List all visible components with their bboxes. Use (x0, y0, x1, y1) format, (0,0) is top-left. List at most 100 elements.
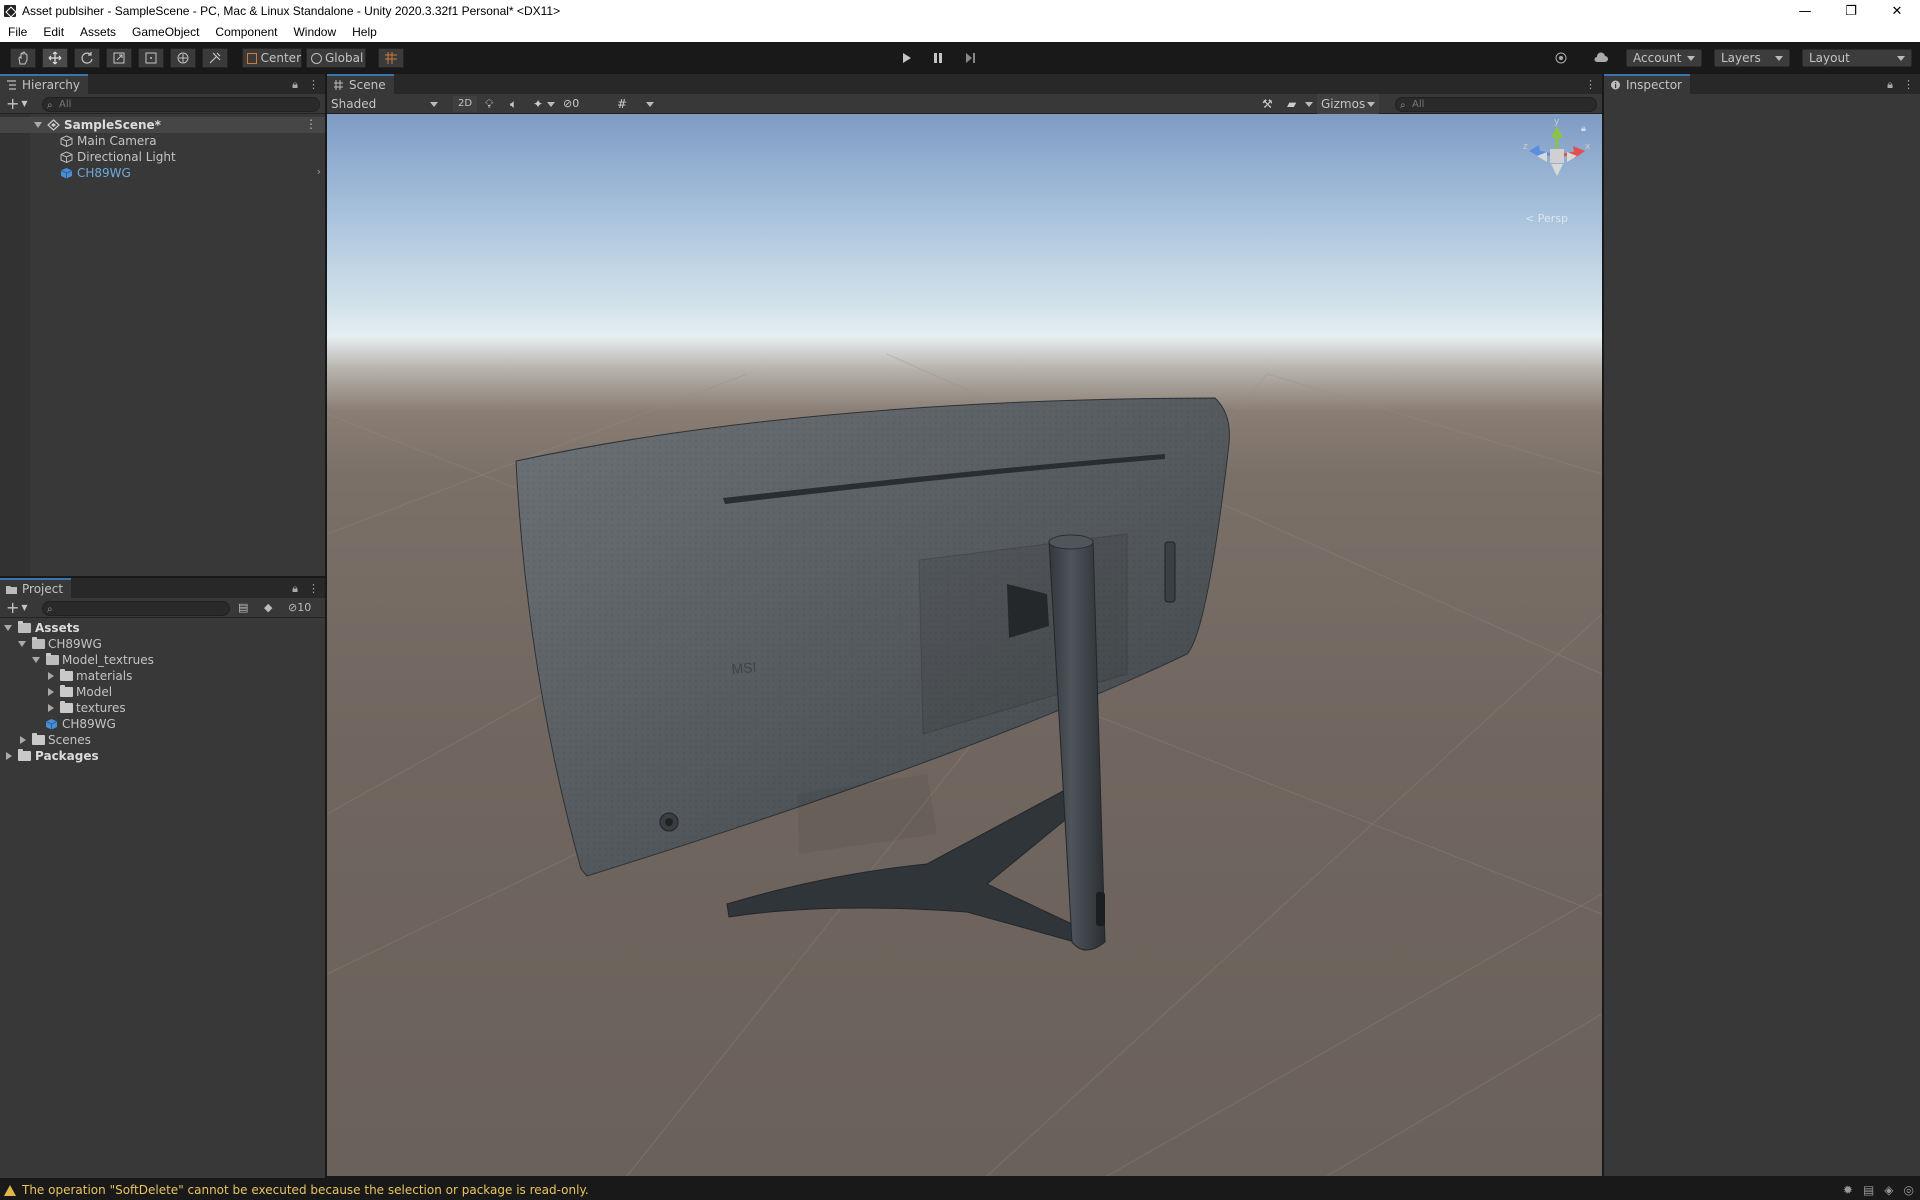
grid-toggle-icon[interactable]: # (617, 97, 627, 111)
project-folder-row[interactable]: Packages (0, 748, 325, 764)
custom-tool-button[interactable] (202, 48, 228, 68)
scene-visibility-toggle[interactable]: ⊘0 (563, 97, 579, 110)
menu-assets[interactable]: Assets (72, 25, 124, 39)
projection-label[interactable]: < Persp (1525, 212, 1568, 225)
step-button[interactable] (956, 48, 984, 68)
collapse-arrow-icon[interactable] (6, 752, 12, 760)
project-folder-row[interactable]: Assets (0, 620, 325, 636)
panel-divider[interactable] (1602, 74, 1604, 1180)
more-options-icon[interactable]: ⋮ (308, 78, 319, 92)
tools-icon[interactable]: ⚒ (1262, 97, 1273, 111)
maximize-button[interactable]: ❐ (1828, 0, 1874, 22)
draw-mode-dropdown[interactable]: Shaded (327, 94, 444, 114)
hierarchy-item[interactable]: Directional Light (0, 149, 325, 165)
collab-button[interactable] (1548, 48, 1574, 68)
lock-icon[interactable]: 🔒︎ (1581, 124, 1586, 134)
project-folder-row[interactable]: CH89WG (0, 636, 325, 652)
hand-tool-button[interactable] (10, 48, 36, 68)
lighting-toggle-icon[interactable]: 💡︎ (485, 97, 493, 112)
pivot-space-toggle[interactable]: Global (306, 48, 366, 68)
progress-icon[interactable]: ▤ (1863, 1183, 1874, 1197)
tab-scene[interactable]: Scene (327, 74, 394, 94)
camera-icon[interactable]: ▰ (1287, 97, 1296, 111)
menu-help[interactable]: Help (344, 25, 385, 39)
expand-arrow-icon[interactable] (34, 122, 42, 128)
scene-viewport[interactable]: MSI y x z < Persp 🔒︎ (327, 114, 1602, 1176)
play-button[interactable] (892, 48, 920, 68)
tab-hierarchy[interactable]: Hierarchy (0, 74, 89, 94)
scene-panel: Scene ⋮ Shaded 2D 💡︎ 🔈︎ ✦ ⊘0 # ⚒ ▰ Gizmo… (327, 74, 1602, 1176)
layers-dropdown[interactable]: Layers (1714, 49, 1790, 67)
scale-tool-button[interactable] (106, 48, 132, 68)
close-button[interactable]: ✕ (1874, 0, 1920, 22)
bug-icon[interactable]: ✹ (1843, 1183, 1853, 1197)
effects-toggle-icon[interactable]: ✦ (533, 97, 543, 111)
hierarchy-item[interactable]: CH89WG › (0, 165, 325, 181)
collapse-arrow-icon[interactable] (20, 736, 26, 744)
hierarchy-item[interactable]: Main Camera (0, 133, 325, 149)
menu-edit[interactable]: Edit (35, 25, 72, 39)
audio-toggle-icon[interactable]: 🔈︎ (510, 97, 517, 112)
collapse-arrow-icon[interactable] (48, 688, 54, 696)
chevron-down-icon[interactable] (1305, 102, 1313, 107)
snap-toggle-button[interactable] (378, 48, 404, 68)
scene-search-input[interactable]: ⌕ All (1395, 97, 1597, 112)
chevron-down-icon (1687, 56, 1695, 61)
project-folder-row[interactable]: textures (0, 700, 325, 716)
auto-generate-lighting-icon[interactable]: ◎ (1904, 1183, 1914, 1197)
minimize-button[interactable]: — (1782, 0, 1828, 22)
menu-component[interactable]: Component (207, 25, 285, 39)
project-folder-row[interactable]: materials (0, 668, 325, 684)
create-dropdown-button[interactable]: + ▼ (6, 96, 28, 112)
project-asset-row[interactable]: CH89WG (0, 716, 325, 732)
cache-icon[interactable]: ◈ (1884, 1183, 1893, 1197)
menu-window[interactable]: Window (285, 25, 344, 39)
more-options-icon[interactable]: ⋮ (308, 582, 319, 596)
project-folder-row[interactable]: Scenes (0, 732, 325, 748)
hidden-packages-toggle[interactable]: ⊘10 (288, 601, 311, 614)
status-message[interactable]: The operation "SoftDelete" cannot be exe… (22, 1183, 589, 1197)
more-options-icon[interactable]: ⋮ (1903, 78, 1914, 92)
rotate-tool-button[interactable] (74, 48, 100, 68)
project-folder-row[interactable]: Model (0, 684, 325, 700)
folder-icon (32, 733, 45, 745)
tab-project[interactable]: Project (0, 578, 72, 598)
lock-icon[interactable]: 🔒︎ (1887, 78, 1893, 92)
rect-tool-button[interactable] (138, 48, 164, 68)
collapse-arrow-icon[interactable] (48, 672, 54, 680)
project-folder-row[interactable]: Model_textrues (0, 652, 325, 668)
pause-button[interactable] (924, 48, 952, 68)
create-asset-dropdown-button[interactable]: + ▼ (6, 600, 28, 616)
2d-mode-toggle[interactable]: 2D (453, 96, 477, 112)
filter-by-label-icon[interactable]: ◆ (264, 601, 272, 614)
more-options-icon[interactable]: ⋮ (305, 117, 317, 131)
account-dropdown[interactable]: Account (1626, 49, 1702, 67)
chevron-right-icon[interactable]: › (317, 165, 321, 178)
folder-open-icon (18, 621, 31, 633)
lock-icon[interactable]: 🔒︎ (292, 78, 298, 92)
pivot-center-toggle[interactable]: Center (242, 48, 302, 68)
chevron-down-icon[interactable] (646, 102, 654, 107)
prefab-cube-icon (60, 168, 73, 179)
transform-tool-button[interactable] (170, 48, 196, 68)
tab-inspector[interactable]: Inspector (1604, 74, 1690, 94)
menu-gameobject[interactable]: GameObject (124, 25, 207, 39)
expand-arrow-icon[interactable] (32, 657, 40, 663)
project-search-input[interactable]: ⌕ (42, 601, 230, 616)
expand-arrow-icon[interactable] (4, 625, 12, 631)
gizmos-dropdown[interactable]: Gizmos (1317, 94, 1379, 114)
collapse-arrow-icon[interactable] (48, 704, 54, 712)
scene-row[interactable]: SampleScene* ⋮ (0, 117, 325, 133)
prefab-cube-icon (45, 719, 58, 730)
hierarchy-search-input[interactable]: ⌕ All (42, 97, 320, 112)
menu-file[interactable]: File (0, 25, 35, 39)
move-tool-button[interactable] (42, 48, 68, 68)
expand-arrow-icon[interactable] (18, 641, 26, 647)
more-options-icon[interactable]: ⋮ (1585, 78, 1596, 91)
chevron-down-icon[interactable] (547, 102, 555, 107)
layout-dropdown[interactable]: Layout (1802, 49, 1912, 67)
filter-by-type-icon[interactable]: ▤ (238, 601, 248, 614)
account-label: Account (1633, 51, 1682, 65)
cloud-button[interactable] (1588, 48, 1614, 68)
lock-icon[interactable]: 🔒︎ (292, 582, 298, 596)
